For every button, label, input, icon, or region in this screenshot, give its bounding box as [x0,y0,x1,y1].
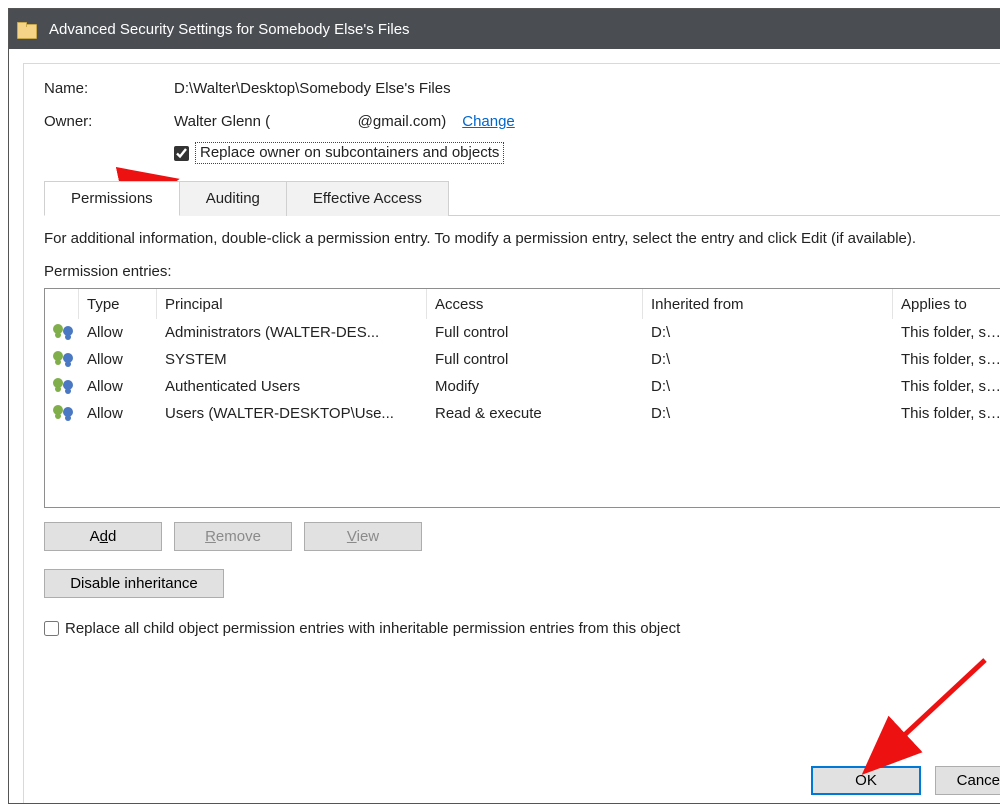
tabstrip: Permissions Auditing Effective Access [44,180,1000,216]
table-row[interactable]: Allow SYSTEM Full control D:\ This folde… [45,346,1000,373]
table-row[interactable]: Allow Authenticated Users Modify D:\ Thi… [45,373,1000,400]
tab-effective-access[interactable]: Effective Access [286,181,449,216]
replace-owner-label: Replace owner on subcontainers and objec… [195,142,504,164]
replace-owner-checkbox[interactable] [174,146,189,161]
info-text: For additional information, double-click… [44,230,1000,247]
ok-button[interactable]: OK [811,766,921,795]
add-button[interactable]: Add [44,522,162,551]
name-label: Name: [44,80,174,97]
owner-label: Owner: [44,113,174,130]
remove-button[interactable]: Remove [174,522,292,551]
col-inherited[interactable]: Inherited from [643,289,893,319]
col-type[interactable]: Type [79,289,157,319]
col-applies[interactable]: Applies to [893,289,1000,319]
table-row[interactable]: Allow Administrators (WALTER-DES... Full… [45,319,1000,346]
table-row[interactable]: Allow Users (WALTER-DESKTOP\Use... Read … [45,400,1000,427]
security-settings-window: Advanced Security Settings for Somebody … [8,8,1000,804]
users-icon [53,403,77,421]
disable-inheritance-button[interactable]: Disable inheritance [44,569,224,598]
users-icon [53,376,77,394]
tab-auditing[interactable]: Auditing [179,181,287,216]
owner-value: Walter Glenn ( @gmail.com) [174,113,446,130]
titlebar[interactable]: Advanced Security Settings for Somebody … [9,9,1000,49]
tab-permissions[interactable]: Permissions [44,181,180,216]
replace-child-checkbox[interactable] [44,621,59,636]
folder-icon [17,22,35,37]
replace-child-label: Replace all child object permission entr… [65,620,680,637]
name-value: D:\Walter\Desktop\Somebody Else's Files [174,80,1000,97]
col-principal[interactable]: Principal [157,289,427,319]
change-owner-link[interactable]: Change [462,113,515,130]
cancel-button[interactable]: Cancel [935,766,1000,795]
entries-label: Permission entries: [44,263,1000,280]
users-icon [53,349,77,367]
col-access[interactable]: Access [427,289,643,319]
view-button[interactable]: View [304,522,422,551]
permission-table[interactable]: Type Principal Access Inherited from App… [44,288,1000,508]
users-icon [53,322,77,340]
window-title: Advanced Security Settings for Somebody … [49,21,410,38]
table-header: Type Principal Access Inherited from App… [45,289,1000,319]
